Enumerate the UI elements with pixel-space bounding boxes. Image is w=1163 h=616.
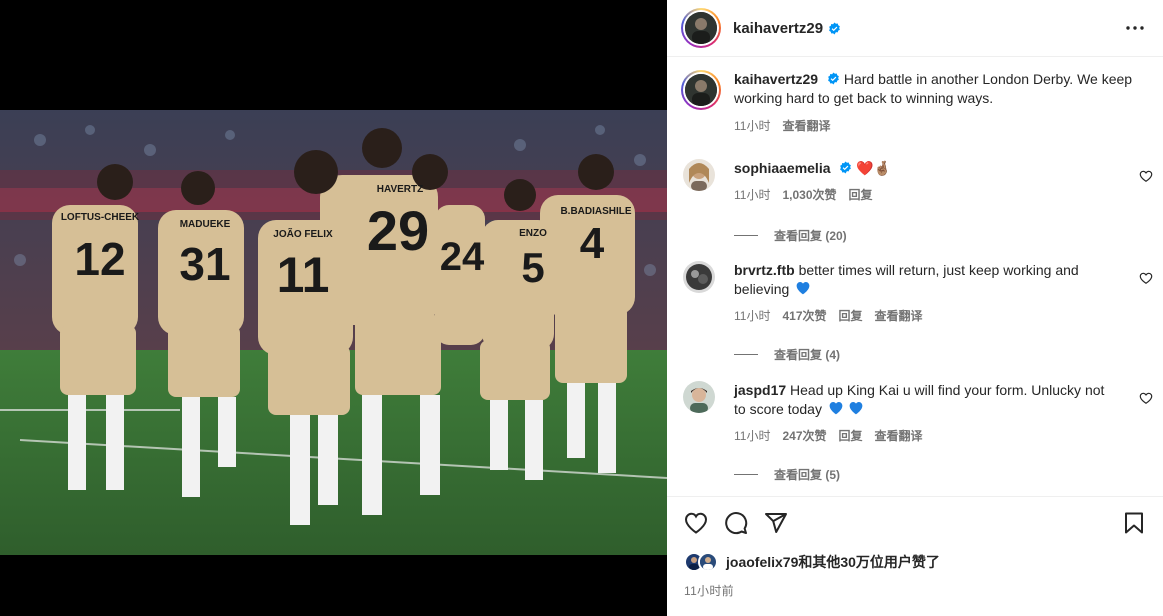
comment-reply-button[interactable]: 回复 — [839, 427, 863, 446]
view-replies-label: 查看回复 (20) — [774, 229, 847, 243]
shirt-name: ENZO — [519, 228, 547, 239]
comment-reply-button[interactable]: 回复 — [849, 186, 873, 205]
comment-translate-link[interactable]: 查看翻译 — [875, 307, 923, 326]
comment-like-heart-icon[interactable] — [1139, 169, 1153, 183]
comment-text: Head up King Kai u will find your form. … — [734, 382, 1105, 417]
view-replies-label: 查看回复 (5) — [774, 468, 841, 482]
post-photo[interactable]: 12 31 11 29 24 5 4 LOFTUS-CHEEK MADUEKE … — [0, 110, 667, 555]
shirt-number: 12 — [74, 233, 125, 285]
commenter-avatar[interactable] — [683, 381, 715, 413]
view-replies-button[interactable]: 查看回复 (5) — [734, 466, 1153, 483]
comment-likes-count[interactable]: 417次赞 — [782, 307, 826, 326]
shirt-number: 5 — [521, 244, 544, 291]
more-options-icon[interactable] — [1123, 16, 1147, 40]
view-replies-label: 查看回复 (4) — [774, 348, 841, 362]
caption-username[interactable]: kaihavertz29 — [734, 71, 818, 87]
liker-avatars[interactable] — [684, 552, 718, 572]
comment-bubble-icon[interactable] — [723, 510, 749, 536]
comment-like-heart-icon[interactable] — [1139, 271, 1153, 285]
comments-list[interactable]: kaihavertz29 Hard battle in another Lond… — [667, 58, 1163, 495]
post-header: kaihavertz29 — [667, 0, 1163, 57]
shirt-name: B.BADIASHILE — [560, 206, 631, 217]
caption-translate-link[interactable]: 查看翻译 — [782, 117, 830, 136]
comment-likes-count[interactable]: 247次赞 — [782, 427, 826, 446]
comment-item: jaspd17 Head up King Kai u will find you… — [683, 381, 1153, 483]
post-caption: kaihavertz29 Hard battle in another Lond… — [681, 70, 1151, 136]
liker-avatar — [698, 552, 718, 572]
likes-text[interactable]: joaofelix79和其他30万位用户赞了 — [726, 552, 940, 572]
post-actions-bar — [667, 496, 1163, 549]
shirt-name: HAVERTZ — [377, 184, 423, 195]
shirt-name: LOFTUS-CHEEK — [61, 212, 140, 223]
shirt-number: 11 — [277, 247, 330, 303]
comment-time: 11小时 — [734, 429, 771, 443]
post-timestamp: 11小时前 — [684, 584, 734, 598]
share-paper-plane-icon[interactable] — [763, 510, 789, 536]
replies-divider — [734, 235, 758, 236]
comment-time: 11小时 — [734, 309, 771, 323]
verified-badge-icon — [827, 72, 840, 85]
replies-divider — [734, 474, 758, 475]
comment-item: sophiaaemelia ❤️🤞🏽 11小时 1,030次赞 回复 查看回复 … — [683, 159, 1153, 244]
comment-translate-link[interactable]: 查看翻译 — [875, 427, 923, 446]
save-bookmark-icon[interactable] — [1121, 510, 1147, 536]
replies-divider — [734, 354, 758, 355]
comment-time: 11小时 — [734, 188, 771, 202]
view-replies-button[interactable]: 查看回复 (20) — [734, 227, 1153, 244]
like-heart-icon[interactable] — [683, 510, 709, 536]
post-side-panel: kaihavertz29 kaihavertz29 Hard battle in… — [667, 0, 1163, 616]
shirt-number: 4 — [580, 219, 605, 268]
comment-reply-button[interactable]: 回复 — [839, 307, 863, 326]
comment-username[interactable]: jaspd17 — [734, 382, 786, 398]
commenter-avatar[interactable] — [683, 261, 715, 293]
comment-text: ❤️🤞🏽 — [856, 160, 892, 176]
shirt-name: JOÃO FELIX — [273, 227, 333, 240]
shirt-name: MADUEKE — [180, 219, 231, 230]
author-avatar — [685, 12, 717, 44]
likes-summary: joaofelix79和其他30万位用户赞了 — [684, 552, 940, 572]
view-replies-button[interactable]: 查看回复 (4) — [734, 346, 1153, 363]
blue-heart-emoji-icon — [848, 401, 863, 415]
verified-badge-icon — [839, 161, 852, 174]
comment-likes-count[interactable]: 1,030次赞 — [782, 186, 836, 205]
media-pane: 12 31 11 29 24 5 4 LOFTUS-CHEEK MADUEKE … — [0, 0, 667, 616]
blue-heart-emoji-icon — [828, 401, 843, 415]
comment-username[interactable]: sophiaaemelia — [734, 160, 831, 176]
author-username[interactable]: kaihavertz29 — [733, 20, 823, 37]
comment-username[interactable]: brvrtz.ftb — [734, 262, 795, 278]
shirt-number: 24 — [440, 235, 485, 279]
author-avatar-ring[interactable] — [681, 8, 721, 48]
shirt-number: 31 — [179, 238, 230, 290]
shirt-number: 29 — [367, 199, 429, 262]
comment-like-heart-icon[interactable] — [1139, 391, 1153, 405]
blue-heart-emoji-icon — [795, 281, 810, 295]
commenter-avatar[interactable] — [683, 159, 715, 191]
post-photo-illustration: 12 31 11 29 24 5 4 LOFTUS-CHEEK MADUEKE … — [0, 110, 667, 555]
caption-time: 11小时 — [734, 119, 771, 133]
caption-avatar — [685, 74, 717, 106]
comment-item: brvrtz.ftb better times will return, jus… — [683, 261, 1153, 363]
verified-badge-icon — [828, 22, 841, 35]
caption-avatar-ring[interactable] — [681, 70, 721, 110]
